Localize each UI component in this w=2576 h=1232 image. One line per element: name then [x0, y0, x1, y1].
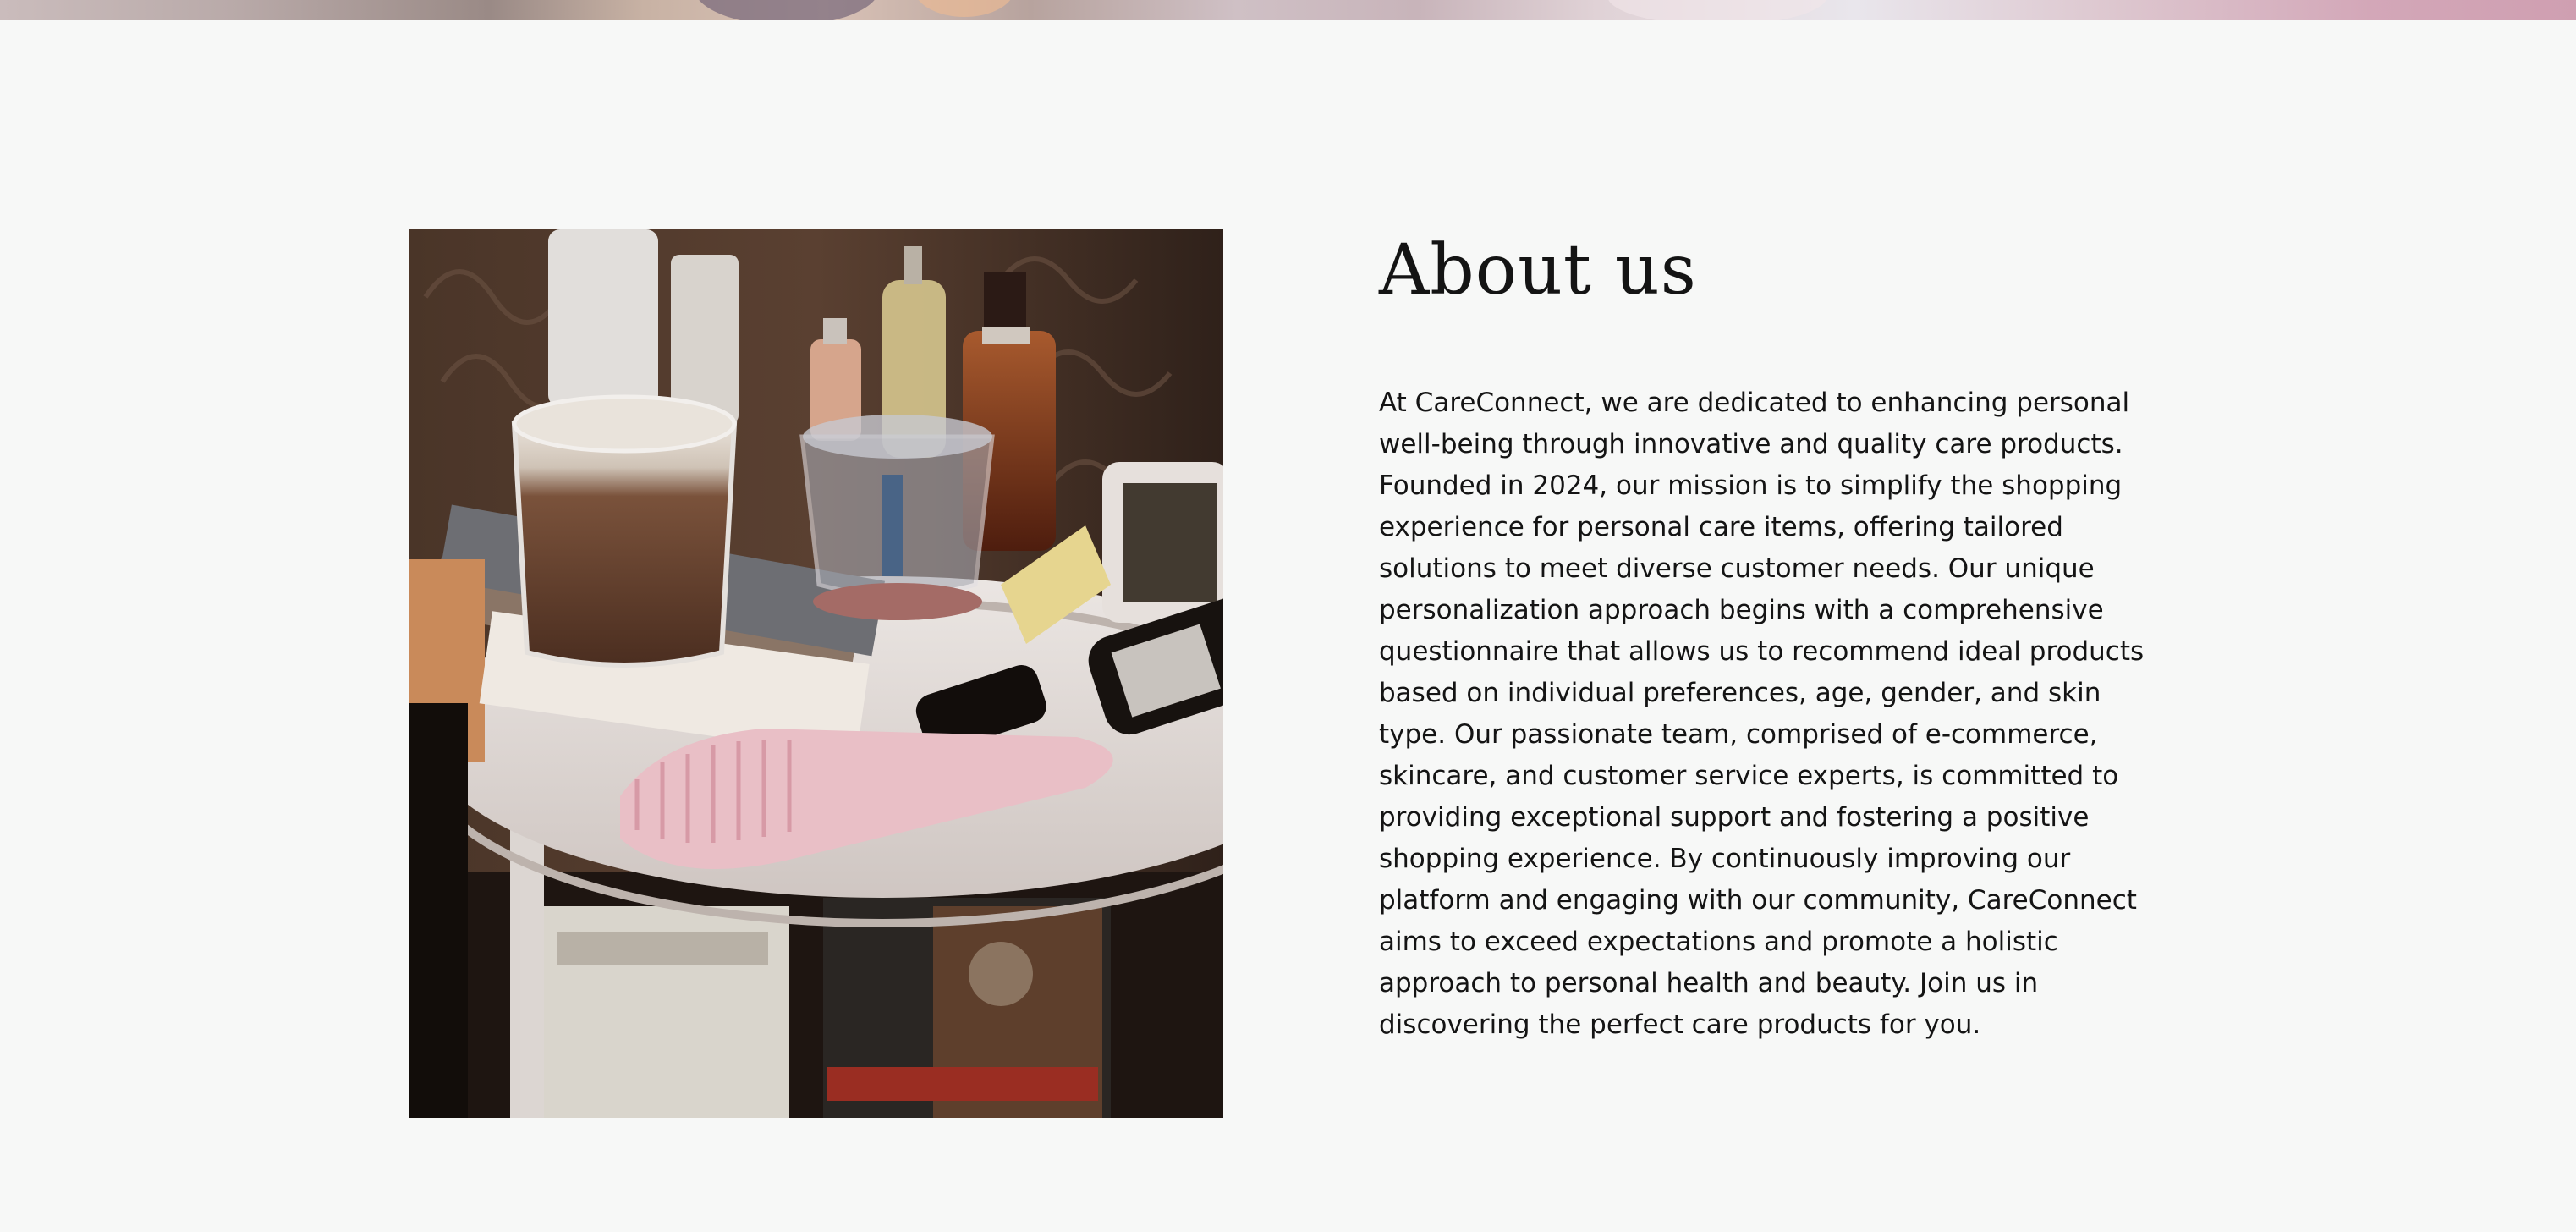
about-description: At CareConnect, we are dedicated to enha… — [1379, 388, 2145, 1040]
about-title: About us — [1379, 230, 1697, 311]
about-photo — [409, 229, 1223, 1118]
about-text-block: About us At CareConnect, we are dedicate… — [1379, 228, 2174, 1046]
top-banner-image — [0, 0, 2576, 20]
